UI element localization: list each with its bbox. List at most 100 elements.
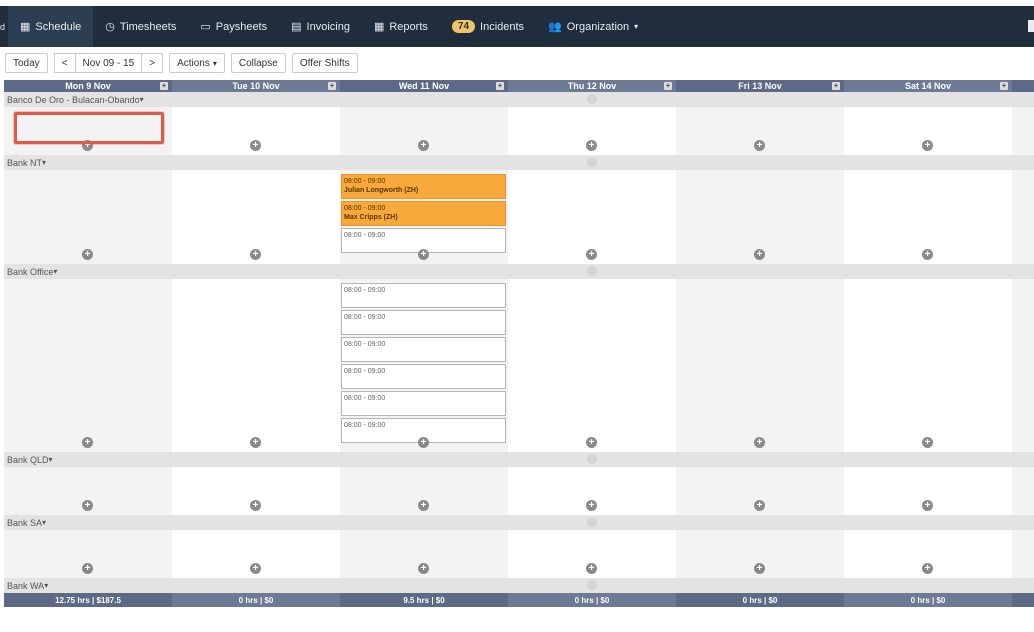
add-shift-icon[interactable]: +: [922, 563, 933, 574]
day-cell[interactable]: +: [676, 467, 844, 515]
day-cell[interactable]: +: [4, 279, 172, 452]
add-shift-icon[interactable]: +: [250, 140, 261, 151]
shift-card[interactable]: 08:00 - 09:00: [341, 310, 506, 335]
day-cell[interactable]: +: [508, 107, 676, 155]
day-cell[interactable]: +: [508, 170, 676, 264]
day-cell[interactable]: +: [844, 530, 1012, 578]
nav-item-organization[interactable]: 👥 Organization ▾: [536, 6, 650, 47]
nav-item-timesheets[interactable]: ◷ Timesheets: [93, 6, 188, 47]
day-cell[interactable]: +: [172, 530, 340, 578]
nav-item-incidents[interactable]: 74 Incidents: [440, 6, 536, 47]
day-header-fri[interactable]: Fri 13 Nov +: [676, 80, 844, 92]
add-shift-icon[interactable]: +: [754, 500, 765, 511]
add-shift-icon[interactable]: +: [418, 437, 429, 448]
day-cell[interactable]: +: [508, 467, 676, 515]
day-header-mon[interactable]: Mon 9 Nov +: [4, 80, 172, 92]
nav-right-edge-icon[interactable]: [1028, 20, 1034, 32]
shift-card[interactable]: 08:00 - 09:00 Julian Longworth (ZH): [341, 174, 506, 199]
today-button[interactable]: Today: [5, 53, 48, 73]
add-shift-icon[interactable]: +: [586, 437, 597, 448]
add-shift-icon[interactable]: +: [418, 563, 429, 574]
add-shift-icon[interactable]: +: [418, 140, 429, 151]
shift-card[interactable]: 08:00 - 09:00: [341, 283, 506, 308]
date-range-button[interactable]: Nov 09 - 15: [74, 53, 143, 73]
expand-icon[interactable]: +: [328, 82, 336, 90]
day-header-thu[interactable]: Thu 12 Nov +: [508, 80, 676, 92]
add-shift-icon[interactable]: +: [82, 249, 93, 260]
add-shift-icon[interactable]: +: [922, 140, 933, 151]
add-shift-icon[interactable]: +: [586, 140, 597, 151]
day-cell[interactable]: +: [172, 467, 340, 515]
expand-icon[interactable]: +: [1000, 82, 1008, 90]
add-shift-icon[interactable]: +: [922, 249, 933, 260]
group-header[interactable]: Bank QLD ▾: [4, 452, 1034, 467]
add-shift-icon[interactable]: +: [82, 563, 93, 574]
group-header[interactable]: Banco De Oro - Bulacan-Obando ▾: [4, 92, 1034, 107]
day-cell[interactable]: +: [172, 170, 340, 264]
day-cell[interactable]: +: [844, 279, 1012, 452]
add-shift-icon[interactable]: +: [418, 249, 429, 260]
add-shift-icon[interactable]: +: [754, 563, 765, 574]
add-shift-icon[interactable]: +: [82, 437, 93, 448]
group-header[interactable]: Bank WA ▾: [4, 578, 1034, 593]
collapse-button[interactable]: Collapse: [230, 53, 286, 73]
offer-shifts-button[interactable]: Offer Shifts: [291, 53, 358, 73]
add-shift-icon[interactable]: +: [82, 500, 93, 511]
add-shift-icon[interactable]: +: [922, 437, 933, 448]
shift-card[interactable]: 08:00 - 09:00: [341, 364, 506, 389]
add-shift-icon[interactable]: +: [586, 500, 597, 511]
add-shift-icon[interactable]: +: [754, 140, 765, 151]
add-shift-icon[interactable]: +: [250, 249, 261, 260]
day-cell[interactable]: +: [676, 530, 844, 578]
add-shift-icon[interactable]: +: [754, 437, 765, 448]
nav-item-schedule[interactable]: ▦ Schedule: [8, 6, 94, 47]
add-shift-icon[interactable]: +: [250, 563, 261, 574]
expand-icon[interactable]: +: [496, 82, 504, 90]
day-cell[interactable]: +: [4, 467, 172, 515]
prev-week-button[interactable]: <: [53, 53, 76, 73]
day-cell[interactable]: +: [508, 530, 676, 578]
day-cell[interactable]: +: [172, 279, 340, 452]
day-cell[interactable]: +: [676, 170, 844, 264]
add-shift-icon[interactable]: +: [922, 500, 933, 511]
expand-icon[interactable]: +: [160, 82, 168, 90]
day-header-sat[interactable]: Sat 14 Nov +: [844, 80, 1012, 92]
selected-cell-highlight[interactable]: [14, 112, 164, 144]
shift-card[interactable]: 08:00 - 09:00 Max Cripps (ZH): [341, 201, 506, 226]
day-header-tue[interactable]: Tue 10 Nov +: [172, 80, 340, 92]
day-cell[interactable]: +: [340, 530, 508, 578]
expand-icon[interactable]: +: [832, 82, 840, 90]
group-header[interactable]: Bank Office ▾: [4, 264, 1034, 279]
nav-item-reports[interactable]: ▦ Reports: [362, 6, 440, 47]
expand-icon[interactable]: +: [664, 82, 672, 90]
nav-item-dashboard-edge[interactable]: d: [0, 6, 8, 47]
add-shift-icon[interactable]: +: [250, 500, 261, 511]
add-shift-icon[interactable]: +: [586, 563, 597, 574]
day-header-wed[interactable]: Wed 11 Nov +: [340, 80, 508, 92]
add-shift-icon[interactable]: +: [250, 437, 261, 448]
day-cell[interactable]: +: [4, 530, 172, 578]
day-cell[interactable]: 08:00 - 09:00 08:00 - 09:00 08:00 - 09:00 0…: [340, 279, 508, 452]
day-cell[interactable]: +: [676, 107, 844, 155]
group-header[interactable]: Bank NT ▾: [4, 155, 1034, 170]
day-cell[interactable]: +: [340, 467, 508, 515]
day-cell[interactable]: +: [508, 279, 676, 452]
day-cell[interactable]: +: [844, 467, 1012, 515]
nav-item-paysheets[interactable]: ▭ Paysheets: [188, 6, 279, 47]
shift-card[interactable]: 08:00 - 09:00: [341, 391, 506, 416]
next-week-button[interactable]: >: [141, 53, 164, 73]
day-cell[interactable]: +: [676, 279, 844, 452]
add-shift-icon[interactable]: +: [754, 249, 765, 260]
add-shift-icon[interactable]: +: [418, 500, 429, 511]
day-cell[interactable]: 08:00 - 09:00 Julian Longworth (ZH) 08:00 …: [340, 170, 508, 264]
actions-dropdown-button[interactable]: Actions ▾: [169, 53, 225, 73]
day-cell[interactable]: +: [844, 170, 1012, 264]
day-cell[interactable]: +: [340, 107, 508, 155]
day-cell[interactable]: +: [4, 170, 172, 264]
nav-item-invoicing[interactable]: ▤ Invoicing: [279, 6, 362, 47]
shift-card[interactable]: 08:00 - 09:00: [341, 337, 506, 362]
day-cell[interactable]: +: [172, 107, 340, 155]
group-header[interactable]: Bank SA ▾: [4, 515, 1034, 530]
day-cell[interactable]: +: [844, 107, 1012, 155]
add-shift-icon[interactable]: +: [586, 249, 597, 260]
